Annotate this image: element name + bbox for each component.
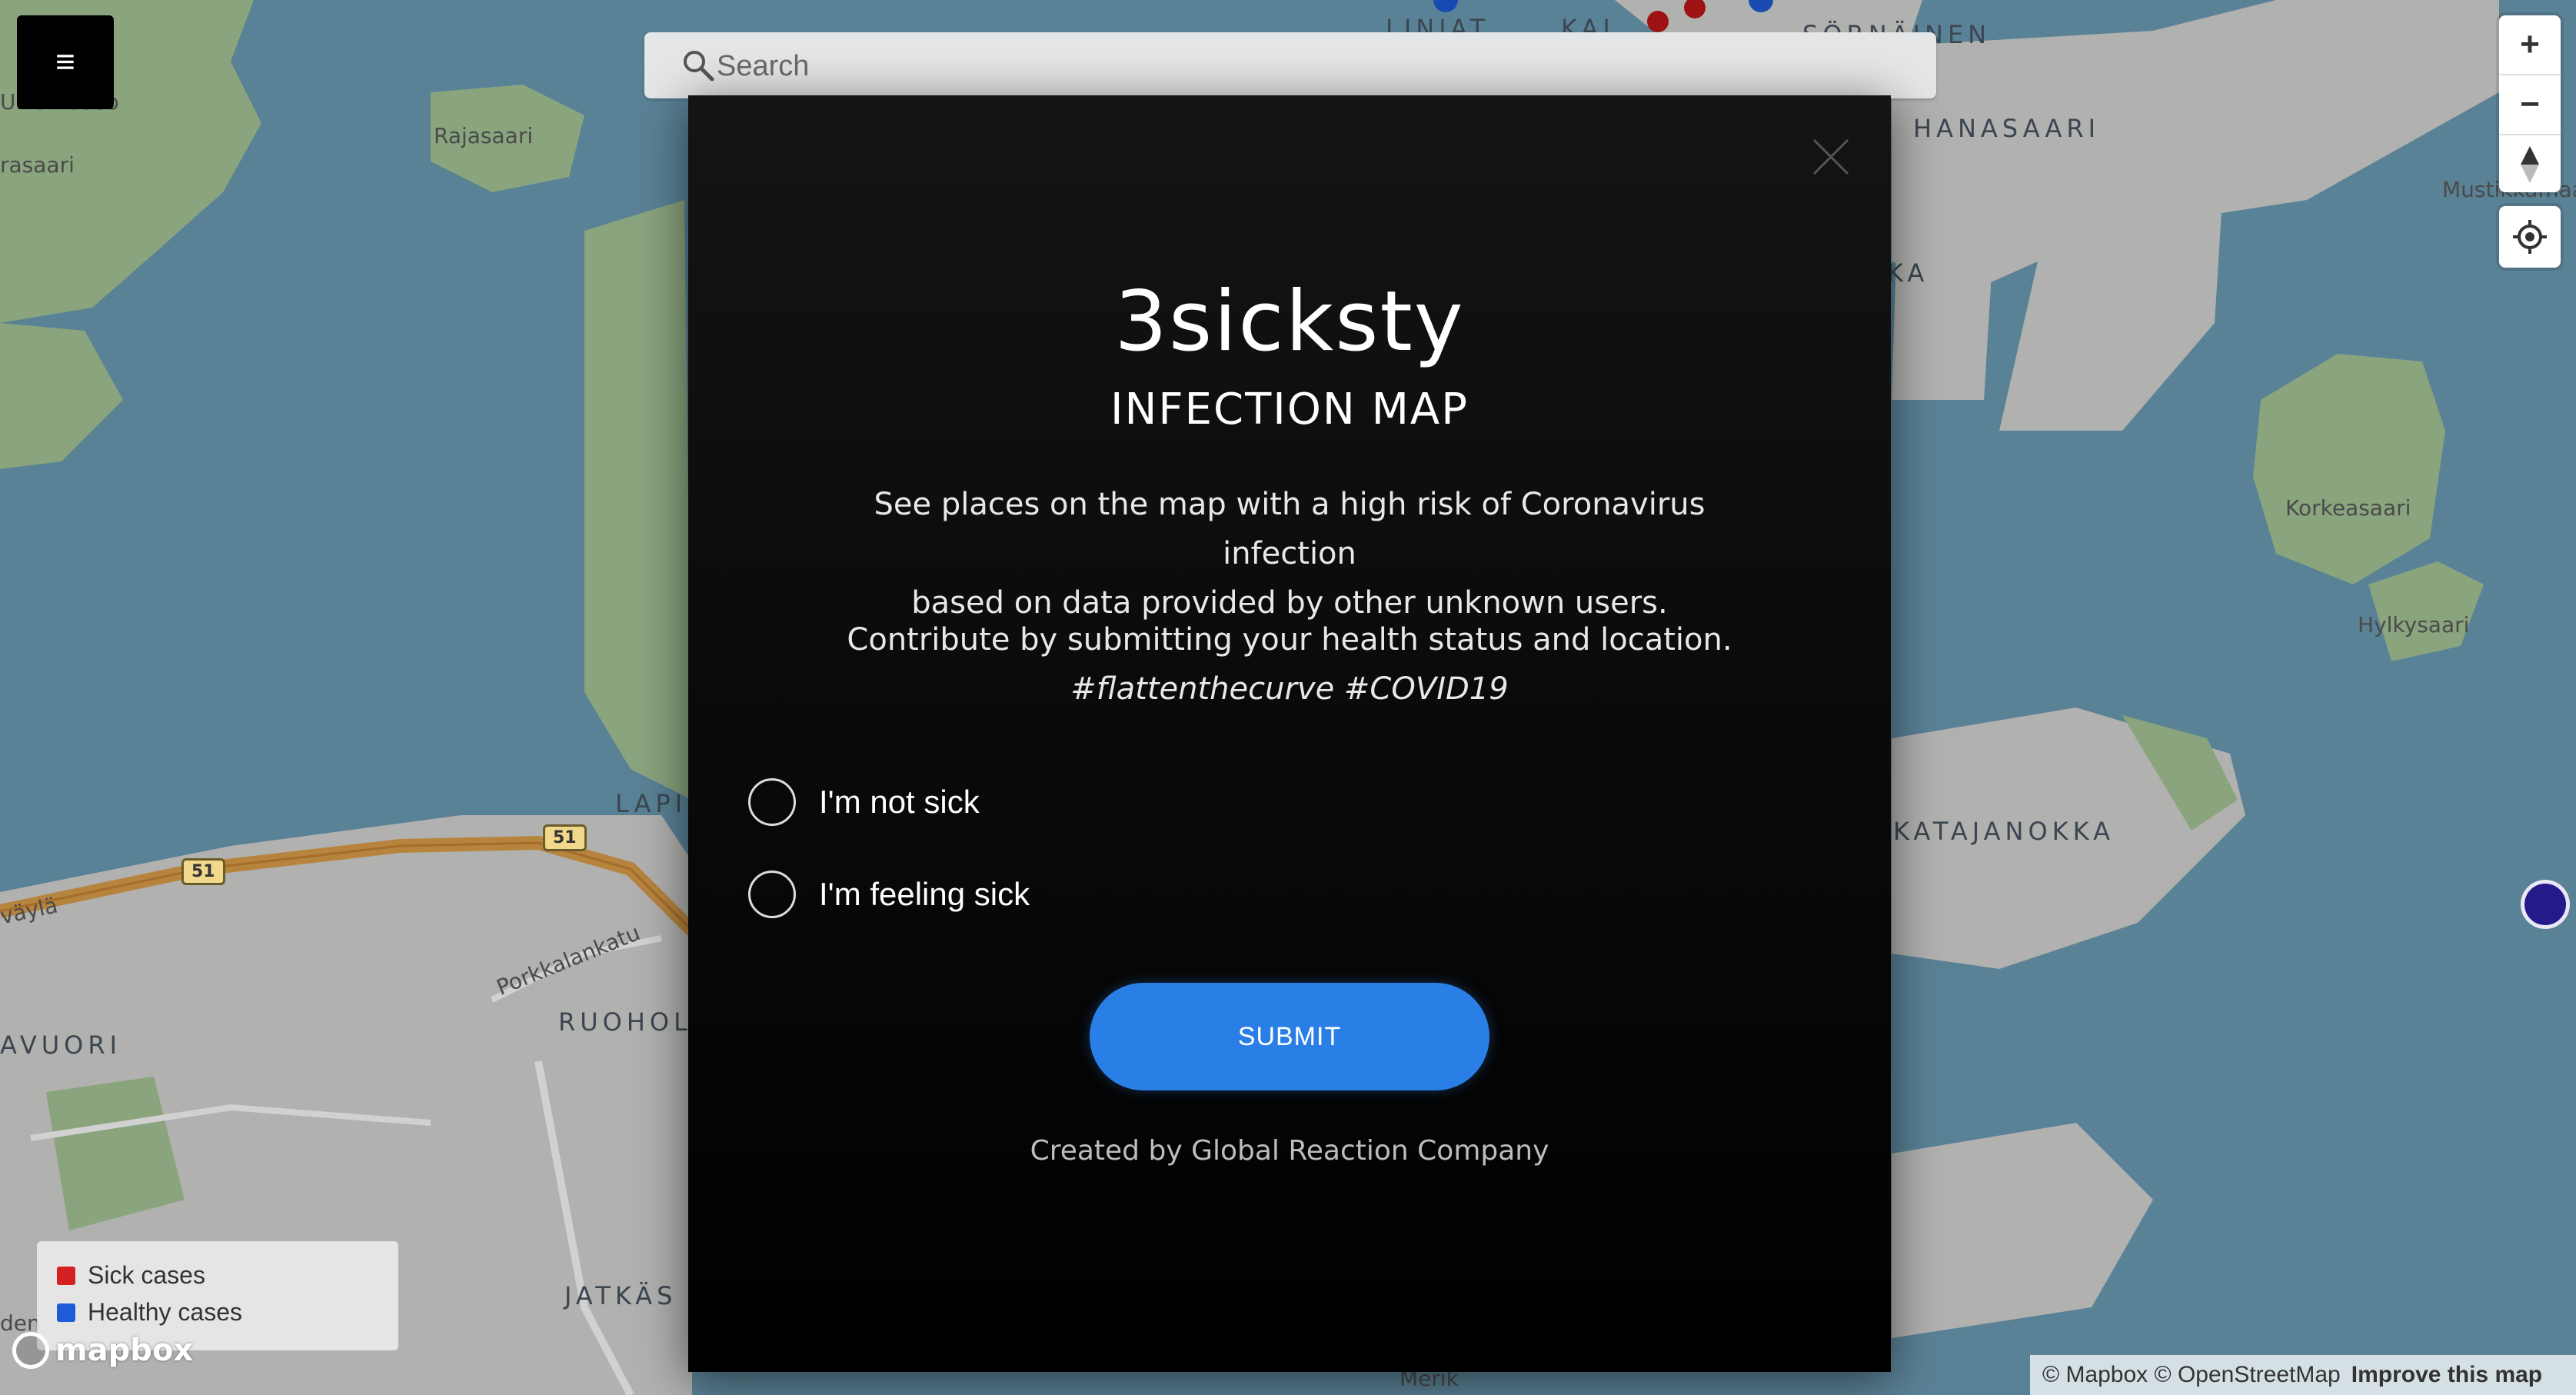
search-icon xyxy=(684,51,714,82)
modal-description: See places on the map with a high risk o… xyxy=(804,480,1776,628)
map-label-avuori: AVUORI xyxy=(0,1030,122,1060)
map-label-hylkysaari: Hylkysaari xyxy=(2358,612,2470,638)
radio-circle-icon[interactable] xyxy=(748,778,796,826)
legend-swatch-red xyxy=(57,1266,75,1285)
legend-item-healthy: Healthy cases xyxy=(57,1298,242,1327)
contribute-line: Contribute by submitting your health sta… xyxy=(847,622,1732,658)
close-icon[interactable] xyxy=(1811,137,1851,177)
plus-icon: + xyxy=(2520,25,2540,63)
improve-map-link[interactable]: Improve this map xyxy=(2351,1362,2542,1388)
road-shield-51-right: 51 xyxy=(543,824,587,851)
modal-credit: Created by Global Reaction Company xyxy=(1030,1135,1549,1167)
map-label-hanasaari: HANASAARI xyxy=(1913,114,2101,143)
geolocate-icon xyxy=(2513,220,2547,254)
map-nav-controls: + − xyxy=(2499,15,2561,192)
welcome-modal: 3sicksty INFECTION MAP See places on the… xyxy=(688,95,1891,1372)
map-attribution: © Mapbox © OpenStreetMap Improve this ma… xyxy=(2030,1355,2576,1395)
mapbox-logo[interactable]: mapbox xyxy=(12,1332,193,1369)
map-label-ka: KA xyxy=(1887,258,1929,288)
compass-icon xyxy=(2521,146,2539,183)
map-label-katajanokka: KATAJANOKKA xyxy=(1893,817,2115,846)
map-label-rasaari: rasaari xyxy=(0,152,75,178)
map-label-lapi: LAPI xyxy=(615,789,687,818)
radio-circle-icon[interactable] xyxy=(748,871,796,918)
attribution-text[interactable]: © Mapbox © OpenStreetMap xyxy=(2042,1362,2341,1388)
map-label-korkeasaari: Korkeasaari xyxy=(2285,495,2411,521)
radio-label: I'm not sick xyxy=(819,784,980,820)
compass-button[interactable] xyxy=(2499,135,2561,194)
minus-icon: − xyxy=(2520,85,2540,123)
mapbox-logo-text: mapbox xyxy=(55,1333,194,1368)
zoom-in-button[interactable]: + xyxy=(2499,15,2561,74)
geolocate-button[interactable] xyxy=(2499,206,2561,268)
radio-not-sick[interactable]: I'm not sick xyxy=(748,778,980,826)
modal-title: 3sicksty xyxy=(1114,274,1465,370)
radio-feeling-sick[interactable]: I'm feeling sick xyxy=(748,871,1030,918)
map-label-jatkas: JATKÄS xyxy=(564,1281,677,1310)
hashtags: #flattenthecurve #COVID19 xyxy=(1070,671,1509,707)
legend-label: Healthy cases xyxy=(88,1298,242,1326)
hamburger-icon: ≡ xyxy=(55,43,75,81)
menu-button[interactable]: ≡ xyxy=(17,15,114,109)
radio-label: I'm feeling sick xyxy=(819,876,1030,912)
modal-contribute-text: Contribute by submitting your health sta… xyxy=(804,615,1776,714)
legend-label: Sick cases xyxy=(88,1261,205,1289)
legend-swatch-blue xyxy=(57,1303,75,1322)
search-input[interactable] xyxy=(715,32,1918,100)
mapbox-icon xyxy=(12,1332,49,1369)
legend-item-sick: Sick cases xyxy=(57,1261,205,1290)
submit-button[interactable]: SUBMIT xyxy=(1090,983,1489,1090)
modal-subtitle: INFECTION MAP xyxy=(1110,385,1469,434)
map-label-rajasaari: Rajasaari xyxy=(434,123,534,148)
zoom-out-button[interactable]: − xyxy=(2499,75,2561,134)
description-line: See places on the map with a high risk o… xyxy=(874,487,1706,571)
map-label-ruohol: RUOHOL xyxy=(558,1007,692,1037)
road-shield-51-left: 51 xyxy=(181,858,225,885)
user-location-marker[interactable] xyxy=(2521,880,2570,929)
search-bar[interactable] xyxy=(644,32,1936,100)
